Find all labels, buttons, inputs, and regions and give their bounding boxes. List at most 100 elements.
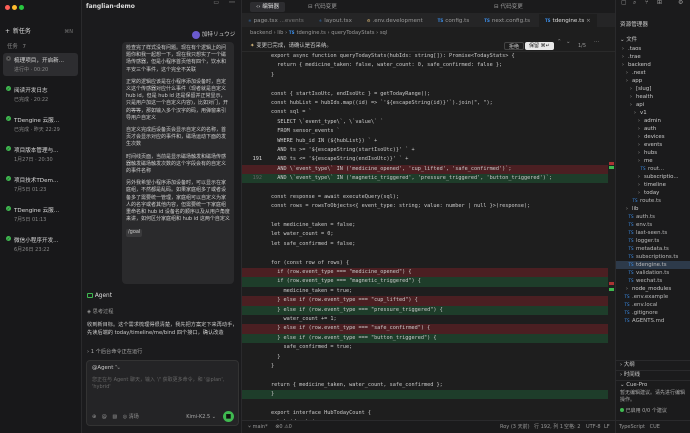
breadcrumb-item[interactable]: sql (380, 30, 387, 36)
tree-folder[interactable]: › app (616, 77, 690, 85)
mention-chip[interactable]: @Agent ⤡ (87, 361, 238, 375)
tree-folder[interactable]: › api (616, 101, 690, 109)
task-item[interactable]: • 梳理项目，开启新... 进行中 · 00:20 (3, 53, 78, 76)
task-item[interactable]: ✓ 项目技术TDem... 7月5日 01:23 (3, 173, 78, 196)
cue-section-header[interactable]: ⌄ Cue-Pro (616, 380, 690, 390)
minimize-window-icon[interactable] (12, 5, 17, 10)
tree-file[interactable]: TS .env.local (616, 301, 690, 309)
tree-folder[interactable]: › me (616, 157, 690, 165)
at-icon[interactable]: @ (102, 415, 107, 420)
code-text: } (271, 71, 275, 78)
attach-icon[interactable]: ⊕ (92, 415, 96, 420)
breadcrumb-item[interactable]: backend (250, 30, 272, 36)
outline-section[interactable]: › 大纲 (616, 360, 690, 370)
tree-folder[interactable]: › lib (616, 205, 690, 213)
tree-file[interactable]: TS wechat.ts (616, 277, 690, 285)
close-window-icon[interactable] (5, 5, 10, 10)
new-task-button[interactable]: + 新任务 ⌘N (4, 26, 77, 38)
tree-file[interactable]: TS rout... (616, 165, 690, 173)
send-button[interactable]: ■ (223, 411, 234, 422)
sidebar-toggle-icon[interactable]: ▭ (213, 0, 219, 6)
tree-folder[interactable]: › node_modules (616, 285, 690, 293)
close-icon[interactable]: × (586, 18, 591, 25)
source-control-icon[interactable]: ⑂ (645, 0, 649, 6)
chat-input[interactable]: 您正在与 Agent 聊天，输入 '/' 获取更多命令，和 '@plan', '… (87, 375, 238, 397)
tab-editor[interactable]: ‹› 编辑器 (250, 2, 286, 12)
tree-folder[interactable]: › health (616, 93, 690, 101)
reject-button[interactable]: 拒绝 (504, 42, 525, 50)
context-label[interactable]: 清场 (129, 414, 139, 420)
cue-status-item[interactable]: CUE (650, 424, 660, 430)
tree-file[interactable]: TS env.ts (616, 221, 690, 229)
thinking-toggle[interactable]: ◈ 思考过程 (87, 308, 113, 315)
tree-folder[interactable]: › timeline (616, 181, 690, 189)
minimap-scrollbar[interactable] (608, 52, 615, 420)
indentation[interactable]: 空格: 2 (564, 421, 580, 433)
task-item[interactable]: ✓ TDengine 云服... 7月5日 01:13 (3, 203, 78, 226)
files-icon[interactable]: ▢ (621, 0, 627, 6)
timeline-section[interactable]: › 时间线 (616, 370, 690, 380)
tree-folder[interactable]: › backend (616, 61, 690, 69)
more-icon[interactable]: ⋯ (229, 0, 235, 6)
breadcrumb-item[interactable]: lib (277, 30, 283, 36)
zoom-window-icon[interactable] (19, 5, 24, 10)
code-area[interactable]: export async function queryTodayStats(hu… (242, 52, 615, 433)
chevron-down-icon[interactable]: ⌄ (566, 39, 571, 45)
cursor-position[interactable]: 行 192, 列 1 (534, 421, 563, 433)
tree-folder[interactable]: › subscriptio... (616, 173, 690, 181)
accept-button[interactable]: 保留 ⌘↵ (525, 42, 554, 50)
task-item[interactable]: ✓ TDengine 云服... 已完成 · 昨天 22:29 (3, 113, 78, 136)
file-tab[interactable]: ⚛ page.tsx ...events (242, 14, 311, 27)
breadcrumb-item[interactable]: tdengine.ts (296, 30, 325, 36)
tree-folder[interactable]: › v1 (616, 109, 690, 117)
tree-file[interactable]: TS AGENTS.md (616, 317, 690, 325)
tree-file[interactable]: TS auth.ts (616, 213, 690, 221)
tab-changes-secondary[interactable]: ⊟ 代码变更 (488, 2, 529, 12)
file-tab[interactable]: ⚙ .env.development (361, 14, 430, 27)
file-tab[interactable]: ⚛ layout.tsx (313, 14, 359, 27)
tree-file[interactable]: TS route.ts (616, 197, 690, 205)
tree-folder[interactable]: › .trae (616, 53, 690, 61)
task-item[interactable]: ✓ 微信小程序开发... 6月26日 23:22 (3, 233, 78, 256)
tree-folder[interactable]: › .next (616, 69, 690, 77)
gear-icon[interactable]: ⚙ (678, 0, 683, 6)
tree-folder[interactable]: › devices (616, 133, 690, 141)
tree-file[interactable]: TS last-seen.ts (616, 229, 690, 237)
search-icon[interactable]: ⌕ (633, 0, 636, 6)
pending-commands[interactable]: › 1 个后台命令正在运行 (87, 346, 239, 358)
tree-file[interactable]: TS metadata.ts (616, 245, 690, 253)
tree-file[interactable]: TS logger.ts (616, 237, 690, 245)
file-tab-active[interactable]: TS tdengine.ts × (538, 14, 598, 27)
mode-icon[interactable]: ◎ (123, 415, 127, 420)
tree-file[interactable]: TS subscriptions.ts (616, 253, 690, 261)
tree-file[interactable]: TS .gitignore (616, 309, 690, 317)
files-section-header[interactable]: ⌄ 文件 (616, 36, 690, 45)
more-icon[interactable]: ⋯ (594, 39, 599, 45)
line-ending[interactable]: LF (604, 421, 610, 433)
language-mode[interactable]: TypeScript (619, 424, 645, 430)
file-tab[interactable]: TS next.config.ts (478, 14, 538, 27)
image-icon[interactable]: ▨ (112, 415, 117, 420)
tree-folder[interactable]: › [slug] (616, 85, 690, 93)
task-item[interactable]: ✓ 项目版本管理与... 1月27日 · 20:30 (3, 143, 78, 166)
chevron-up-icon[interactable]: ⌃ (557, 39, 562, 45)
task-item[interactable]: ✓ 阅读开发日志 已完成 · 20:22 (3, 83, 78, 106)
encoding[interactable]: UTF-8 (586, 421, 601, 433)
model-selector[interactable]: Kimi-K2.5 ⌄ (186, 414, 216, 420)
tab-changes[interactable]: ⊟ 代码变更 (302, 2, 343, 12)
problems-indicator[interactable]: ⊗0 ⚠0 (275, 424, 292, 430)
git-blame[interactable]: Roy (3 天前) (500, 421, 530, 433)
tree-folder[interactable]: › auth (616, 125, 690, 133)
tree-file[interactable]: TS tdengine.ts (616, 261, 690, 269)
tree-folder[interactable]: › events (616, 141, 690, 149)
file-tab[interactable]: TS config.ts (432, 14, 477, 27)
tree-file[interactable]: TS .env.example (616, 293, 690, 301)
breadcrumb-item[interactable]: queryTodayStats (331, 30, 374, 36)
tree-folder[interactable]: › hubs (616, 149, 690, 157)
branch-indicator[interactable]: ⑂ main* (248, 424, 268, 430)
extensions-icon[interactable]: ⊞ (657, 0, 662, 6)
tree-folder[interactable]: › today (616, 189, 690, 197)
tree-folder[interactable]: › admin (616, 117, 690, 125)
tree-file[interactable]: TS validation.ts (616, 269, 690, 277)
tree-folder[interactable]: › .taos (616, 45, 690, 53)
